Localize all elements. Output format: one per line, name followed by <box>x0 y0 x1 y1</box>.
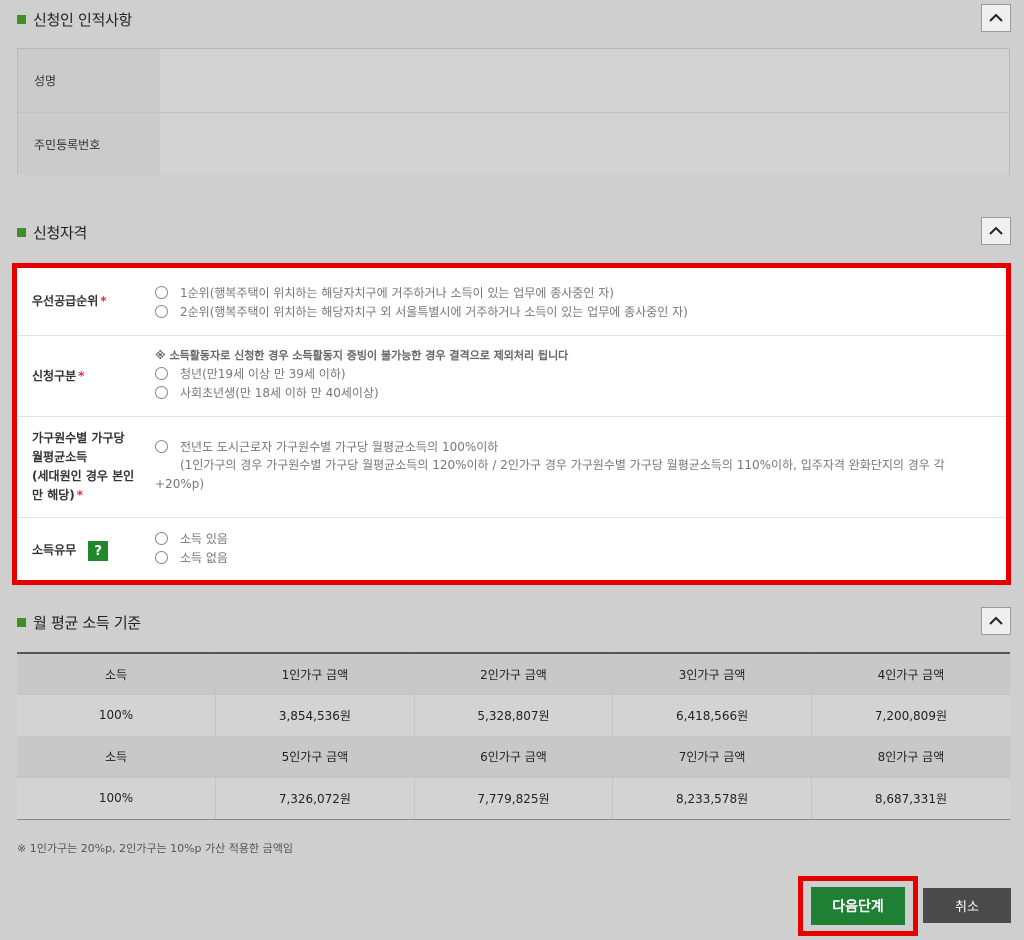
table-cell: 7,779,825원 <box>414 777 614 820</box>
applicant-section-header: 신청인 인적사항 <box>17 2 1011 36</box>
table-header-cell: 4인가구 금액 <box>811 653 1010 695</box>
table-header-cell: 8인가구 금액 <box>811 736 1010 778</box>
household-income-label: 가구원수별 가구당 월평균소득 (세대원인 경우 본인 만 해당) * <box>32 431 135 502</box>
table-cell: 8,233,578원 <box>612 777 812 820</box>
cancel-button[interactable]: 취소 <box>923 888 1011 923</box>
category-notice: ※ 소득활동자로 신청한 경우 소득활동지 증빙이 불가능한 경우 결격으로 제… <box>155 348 569 362</box>
income-standard-table: 소득 1인가구 금액 2인가구 금액 3인가구 금액 4인가구 금액 100% … <box>17 652 1010 820</box>
table-header-cell: 6인가구 금액 <box>414 736 614 778</box>
table-cell: 3,854,536원 <box>215 694 415 737</box>
household-income-row: 가구원수별 가구당 월평균소득 (세대원인 경우 본인 만 해당) * 전년도 도… <box>17 417 1006 518</box>
income-standard-section-header: 월 평균 소득 기준 <box>17 605 1011 639</box>
income-status-label: 소득유무 ? <box>17 518 155 580</box>
required-mark: * <box>76 488 84 502</box>
chevron-up-icon <box>989 226 1003 235</box>
category-label: 신청구분 * <box>17 336 155 416</box>
table-header-cell: 5인가구 금액 <box>215 736 415 778</box>
priority-option-2[interactable]: 2순위(행복주택이 위치하는 해당자치구 외 서울특별시에 거주하거나 소득이 … <box>155 302 1006 321</box>
collapse-applicant-button[interactable] <box>981 4 1011 32</box>
applicant-section-title: 신청인 인적사항 <box>33 10 132 29</box>
section-bullet <box>17 14 26 24</box>
table-cell: 100% <box>17 777 217 820</box>
category-option-newcomer[interactable]: 사회초년생(만 18세 이하 만 40세이상) <box>155 383 1006 402</box>
household-income-detail: (1인가구의 경우 가구원수별 가구당 월평균소득의 120%이하 / 2인가구… <box>180 458 945 472</box>
table-header-cell: 1인가구 금액 <box>215 653 415 695</box>
resident-number-label: 주민등록번호 <box>18 113 160 175</box>
table-header-cell: 7인가구 금액 <box>612 736 812 778</box>
table-cell: 5,328,807원 <box>414 694 614 737</box>
table-header-cell: 소득 <box>17 736 217 778</box>
chevron-up-icon <box>989 616 1003 625</box>
radio-button[interactable] <box>155 305 168 318</box>
income-no-option[interactable]: 소득 없음 <box>155 548 1006 567</box>
priority-label: 우선공급순위 * <box>17 268 155 335</box>
priority-option-1[interactable]: 1순위(행복주택이 위치하는 해당자치구에 거주하거나 소득이 있는 업무에 종… <box>155 283 1006 302</box>
qualification-section-title: 신청자격 <box>33 223 88 242</box>
table-cell: 7,200,809원 <box>811 694 1010 737</box>
household-income-detail-cont: +20%p) <box>155 477 205 491</box>
name-value <box>160 49 1009 112</box>
section-bullet <box>17 617 26 627</box>
help-icon[interactable]: ? <box>88 541 109 561</box>
resident-number-row: 주민등록번호 <box>18 112 1009 175</box>
table-cell: 100% <box>17 694 217 737</box>
applicant-info-table: 성명 주민등록번호 <box>17 48 1010 175</box>
table-header-cell: 2인가구 금액 <box>414 653 614 695</box>
category-option-youth[interactable]: 청년(만19세 이상 만 39세 이하) <box>155 364 1006 383</box>
name-label: 성명 <box>18 49 160 112</box>
income-yes-option[interactable]: 소득 있음 <box>155 529 1006 548</box>
table-cell: 7,326,072원 <box>215 777 415 820</box>
radio-button[interactable] <box>155 367 168 380</box>
category-row: 신청구분 * ※ 소득활동자로 신청한 경우 소득활동지 증빙이 불가능한 경우… <box>17 336 1006 417</box>
next-button-highlight: 다음단계 <box>798 876 918 936</box>
priority-row: 우선공급순위 * 1순위(행복주택이 위치하는 해당자치구에 거주하거나 소득이 … <box>17 268 1006 336</box>
qualification-section-header: 신청자격 <box>17 215 1011 249</box>
household-income-option[interactable]: 전년도 도시근로자 가구원수별 가구당 월평균소득의 100%이하 <box>155 437 1006 456</box>
table-header-cell: 소득 <box>17 653 217 695</box>
table-cell: 6,418,566원 <box>612 694 812 737</box>
section-bullet <box>17 227 26 237</box>
table-row: 100% 7,326,072원 7,779,825원 8,233,578원 8,… <box>17 777 1010 820</box>
table-header-cell: 3인가구 금액 <box>612 653 812 695</box>
required-mark: * <box>100 294 107 308</box>
chevron-up-icon <box>989 13 1003 22</box>
income-status-row: 소득유무 ? 소득 있음 소득 없음 <box>17 518 1006 580</box>
resident-number-value <box>160 113 1009 175</box>
collapse-qualification-button[interactable] <box>981 217 1011 245</box>
table-cell: 8,687,331원 <box>811 777 1010 820</box>
radio-button[interactable] <box>155 286 168 299</box>
income-footnote: ※ 1인가구는 20%p, 2인가구는 10%p 가산 적용한 금액임 <box>17 842 293 855</box>
table-row: 소득 1인가구 금액 2인가구 금액 3인가구 금액 4인가구 금액 <box>17 653 1010 695</box>
table-row: 100% 3,854,536원 5,328,807원 6,418,566원 7,… <box>17 694 1010 737</box>
next-step-button[interactable]: 다음단계 <box>811 887 905 925</box>
table-row: 소득 5인가구 금액 6인가구 금액 7인가구 금액 8인가구 금액 <box>17 736 1010 778</box>
qualification-form: 우선공급순위 * 1순위(행복주택이 위치하는 해당자치구에 거주하거나 소득이 … <box>12 263 1011 585</box>
radio-button[interactable] <box>155 440 168 453</box>
radio-button[interactable] <box>155 386 168 399</box>
collapse-income-standard-button[interactable] <box>981 607 1011 635</box>
name-row: 성명 <box>18 49 1009 112</box>
required-mark: * <box>78 368 85 383</box>
radio-button[interactable] <box>155 532 168 545</box>
income-standard-section-title: 월 평균 소득 기준 <box>33 613 141 632</box>
radio-button[interactable] <box>155 551 168 564</box>
